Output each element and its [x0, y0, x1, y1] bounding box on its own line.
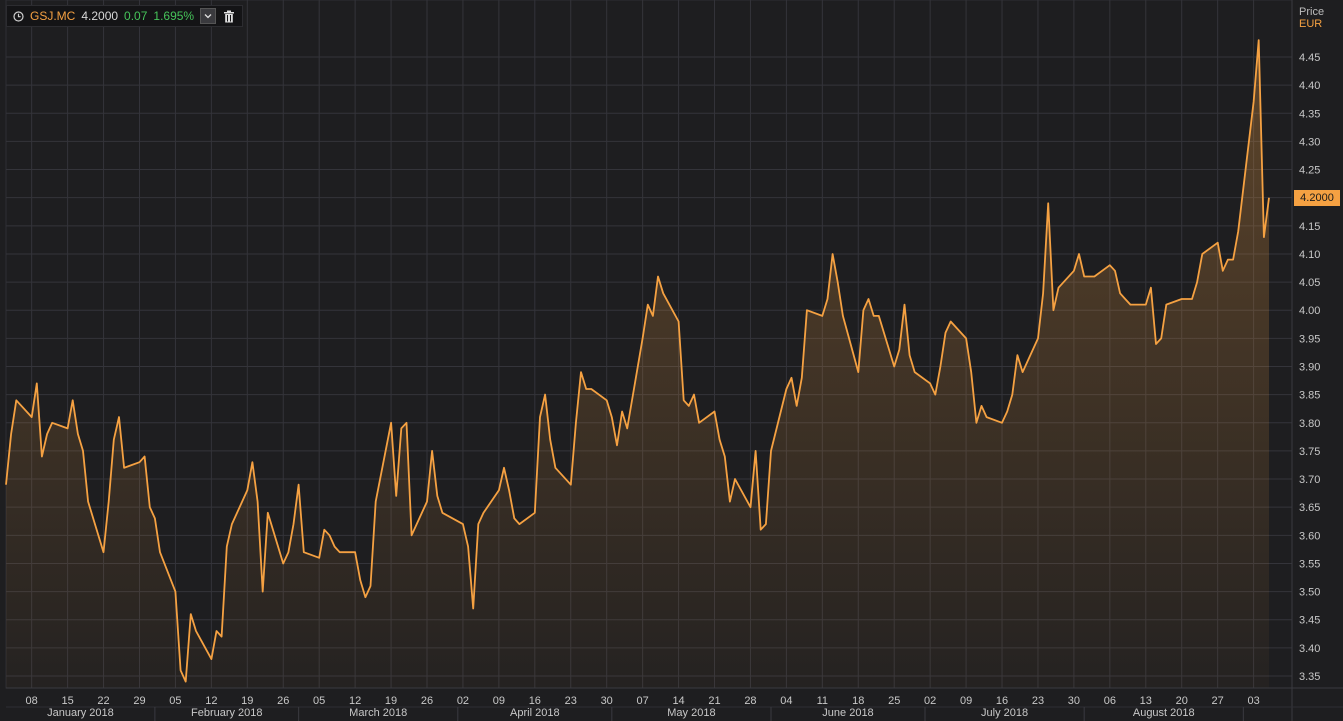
y-tick-label: 3.85: [1299, 390, 1320, 402]
price-change-percent: 1.695%: [153, 9, 195, 23]
y-tick-label: 3.90: [1299, 362, 1320, 374]
last-price: 4.2000: [81, 9, 119, 23]
x-tick-label: 30: [1068, 695, 1080, 707]
x-tick-label: 25: [888, 695, 900, 707]
y-tick-label: 3.35: [1299, 671, 1320, 683]
x-tick-label: 23: [565, 695, 577, 707]
x-tick-label: 12: [205, 695, 217, 707]
month-label: July 2018: [981, 707, 1028, 719]
y-tick-label: 3.55: [1299, 558, 1320, 570]
month-label: May 2018: [667, 707, 715, 719]
x-tick-label: 19: [241, 695, 253, 707]
x-tick-label: 18: [852, 695, 864, 707]
y-tick-label: 4.40: [1299, 80, 1320, 92]
y-tick-label: 3.80: [1299, 418, 1320, 430]
x-tick-label: 02: [457, 695, 469, 707]
x-tick-label: 02: [924, 695, 936, 707]
axis-price-title: Price: [1299, 6, 1325, 18]
x-tick-label: 16: [529, 695, 541, 707]
x-tick-label: 20: [1176, 695, 1188, 707]
x-tick-label: 29: [133, 695, 145, 707]
x-tick-label: 27: [1212, 695, 1224, 707]
y-tick-label: 4.10: [1299, 249, 1320, 261]
x-tick-label: 07: [637, 695, 649, 707]
x-tick-label: 09: [493, 695, 505, 707]
y-tick-label: 3.60: [1299, 530, 1320, 542]
y-tick-label: 3.65: [1299, 502, 1320, 514]
clock-icon[interactable]: [13, 10, 24, 22]
month-label: March 2018: [349, 707, 407, 719]
x-tick-label: 13: [1140, 695, 1152, 707]
price-change: 0.07: [124, 9, 148, 23]
instrument-toolbar: GSJ.MC 4.2000 0.07 1.695%: [6, 5, 244, 27]
month-label: January 2018: [47, 707, 114, 719]
y-tick-label: 4.30: [1299, 136, 1320, 148]
x-tick-label: 14: [672, 695, 684, 707]
x-tick-label: 05: [313, 695, 325, 707]
x-tick-label: 05: [169, 695, 181, 707]
x-tick-label: 21: [708, 695, 720, 707]
y-tick-label: 4.15: [1299, 221, 1320, 233]
y-axis: 3.35 3.40 3.45 3.50 3.55 3.60 3.65 3.70 3.75 3.80…: [1291, 0, 1320, 721]
x-tick-label: 28: [744, 695, 756, 707]
x-tick-label: 15: [61, 695, 73, 707]
x-tick-label: 22: [97, 695, 109, 707]
x-tick-label: 26: [421, 695, 433, 707]
x-axis: 08 15 22 29 05 12 19 26 05 12 19 26 02 09 16 23 30 07 14 21…: [6, 687, 1343, 721]
x-tick-label: 12: [349, 695, 361, 707]
y-tick-label: 3.50: [1299, 587, 1320, 599]
last-price-tag: 4.2000: [1294, 190, 1340, 206]
month-label: February 2018: [191, 707, 263, 719]
x-tick-label: 09: [960, 695, 972, 707]
y-tick-label: 3.95: [1299, 333, 1320, 345]
x-tick-label: 08: [26, 695, 38, 707]
y-tick-label: 3.75: [1299, 446, 1320, 458]
y-tick-label: 3.70: [1299, 474, 1320, 486]
month-label: April 2018: [510, 707, 560, 719]
y-tick-label: 3.40: [1299, 643, 1320, 655]
y-tick-label: 4.00: [1299, 305, 1320, 317]
x-tick-label: 19: [385, 695, 397, 707]
ticker-symbol[interactable]: GSJ.MC: [30, 9, 75, 23]
y-tick-label: 4.25: [1299, 165, 1320, 177]
x-tick-label: 03: [1247, 695, 1259, 707]
x-tick-label: 26: [277, 695, 289, 707]
y-tick-label: 3.45: [1299, 615, 1320, 627]
y-tick-label: 4.05: [1299, 277, 1320, 289]
chart-canvas[interactable]: 3.35 3.40 3.45 3.50 3.55 3.60 3.65 3.70 3.75 3.80…: [0, 0, 1343, 721]
x-tick-label: 04: [780, 695, 792, 707]
x-tick-label: 16: [996, 695, 1008, 707]
axis-currency: EUR: [1299, 18, 1323, 30]
y-tick-label: 4.45: [1299, 52, 1320, 64]
chevron-down-icon[interactable]: [200, 8, 217, 24]
month-label: June 2018: [822, 707, 873, 719]
month-label: August 2018: [1133, 707, 1195, 719]
trash-icon[interactable]: [222, 9, 236, 23]
x-tick-label: 23: [1032, 695, 1044, 707]
x-tick-label: 06: [1104, 695, 1116, 707]
y-tick-label: 4.35: [1299, 108, 1320, 120]
price-chart[interactable]: 3.35 3.40 3.45 3.50 3.55 3.60 3.65 3.70 3.75 3.80…: [0, 0, 1343, 721]
x-tick-label: 30: [601, 695, 613, 707]
x-tick-label: 11: [817, 695, 828, 707]
